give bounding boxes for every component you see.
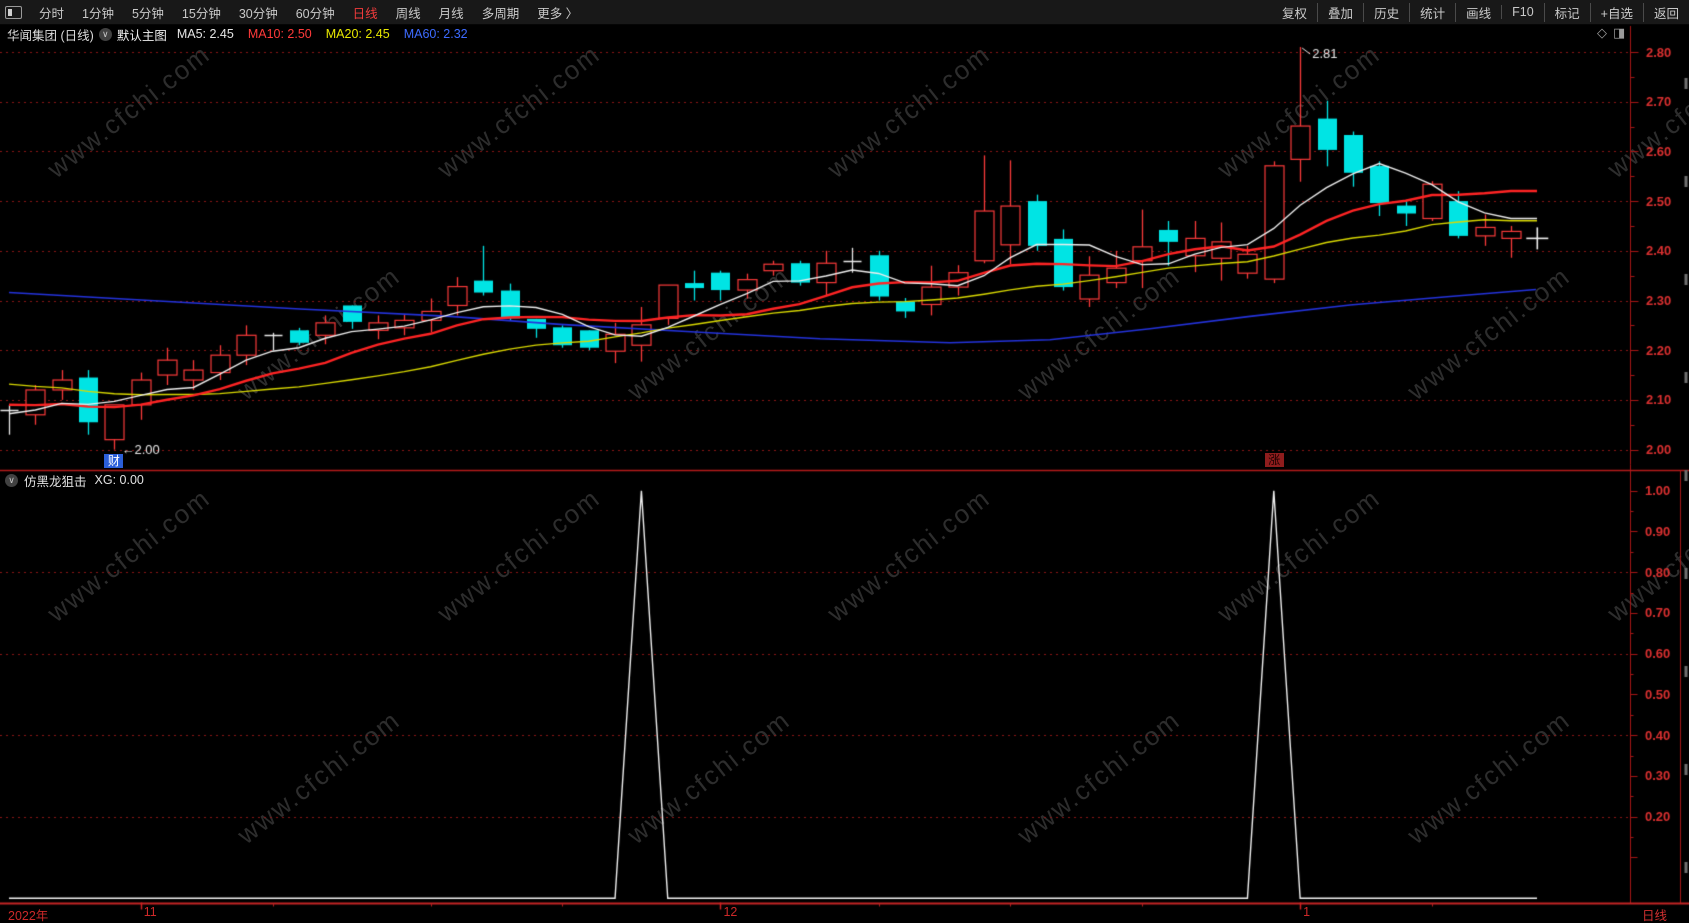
month-label: 1 <box>1303 905 1311 919</box>
period-tab-5min[interactable]: 5分钟 <box>123 3 173 22</box>
indicator-value: XG: 0.00 <box>94 473 144 487</box>
main-view-selector[interactable]: 默认主图 <box>117 25 167 44</box>
period-tab-more[interactable]: 更多 〉 <box>528 3 587 22</box>
period-tab-multi[interactable]: 多周期 <box>473 3 529 22</box>
action-back[interactable]: 返回 <box>1642 2 1689 22</box>
trading-app-window: www.cfchi.comwww.cfchi.comwww.cfchi.comw… <box>0 0 1689 923</box>
action-add-watchlist[interactable]: +自选 <box>1589 2 1643 22</box>
action-adjust-rights[interactable]: 复权 <box>1272 3 1317 22</box>
ma5-value-label: MA5: 2.45 <box>176 27 234 41</box>
period-tab-1min[interactable]: 1分钟 <box>73 3 123 22</box>
diamond-icon[interactable]: ◇ <box>1597 25 1607 41</box>
month-label: 12 <box>723 905 738 919</box>
indicator-header: ∨ 仿黑龙狙击 XG: 0.00 <box>3 471 144 489</box>
page-icon[interactable]: ◨ <box>1613 25 1625 41</box>
period-tab-fenshi[interactable]: 分时 <box>30 3 73 22</box>
chevron-down-icon[interactable]: ∨ <box>5 473 18 487</box>
bottom-period-label: 日线 <box>1642 909 1668 923</box>
month-label: 11 <box>143 905 157 919</box>
ma10-value-label: MA10: 2.50 <box>247 27 312 41</box>
period-tab-daily[interactable]: 日线 <box>344 3 387 22</box>
chart-info-bar: 华闻集团 (日线) ∨ 默认主图 MA5: 2.45 MA10: 2.50 MA… <box>0 24 1689 44</box>
chevron-down-icon[interactable]: ∨ <box>98 27 112 41</box>
action-draw-line[interactable]: 画线 <box>1455 2 1501 22</box>
period-menu-bar: 分时 1分钟 5分钟 15分钟 30分钟 60分钟 日线 周线 月线 多周期 更… <box>0 0 1689 25</box>
action-mark[interactable]: 标记 <box>1543 2 1590 22</box>
ma20-value-label: MA20: 2.45 <box>325 27 390 41</box>
action-overlay[interactable]: 叠加 <box>1317 2 1363 22</box>
time-axis-year-label: 2022年 <box>8 909 49 923</box>
chart-canvas[interactable] <box>0 0 1689 923</box>
period-tab-15min[interactable]: 15分钟 <box>173 3 230 22</box>
action-f10[interactable]: F10 <box>1501 5 1544 19</box>
period-tab-60min[interactable]: 60分钟 <box>287 3 344 22</box>
stock-title: 华闻集团 (日线) <box>7 28 94 43</box>
ma60-value-label: MA60: 2.32 <box>403 27 468 41</box>
app-icon[interactable] <box>5 5 22 19</box>
period-tab-monthly[interactable]: 月线 <box>430 3 473 22</box>
action-history[interactable]: 历史 <box>1363 2 1409 22</box>
period-tab-30min[interactable]: 30分钟 <box>230 3 287 22</box>
period-tab-weekly[interactable]: 周线 <box>387 3 430 22</box>
action-statistics[interactable]: 统计 <box>1409 2 1455 22</box>
rise-badge: 涨 <box>1264 453 1284 467</box>
finance-badge: 财 <box>104 454 124 468</box>
indicator-name[interactable]: 仿黑龙狙击 <box>24 471 87 490</box>
